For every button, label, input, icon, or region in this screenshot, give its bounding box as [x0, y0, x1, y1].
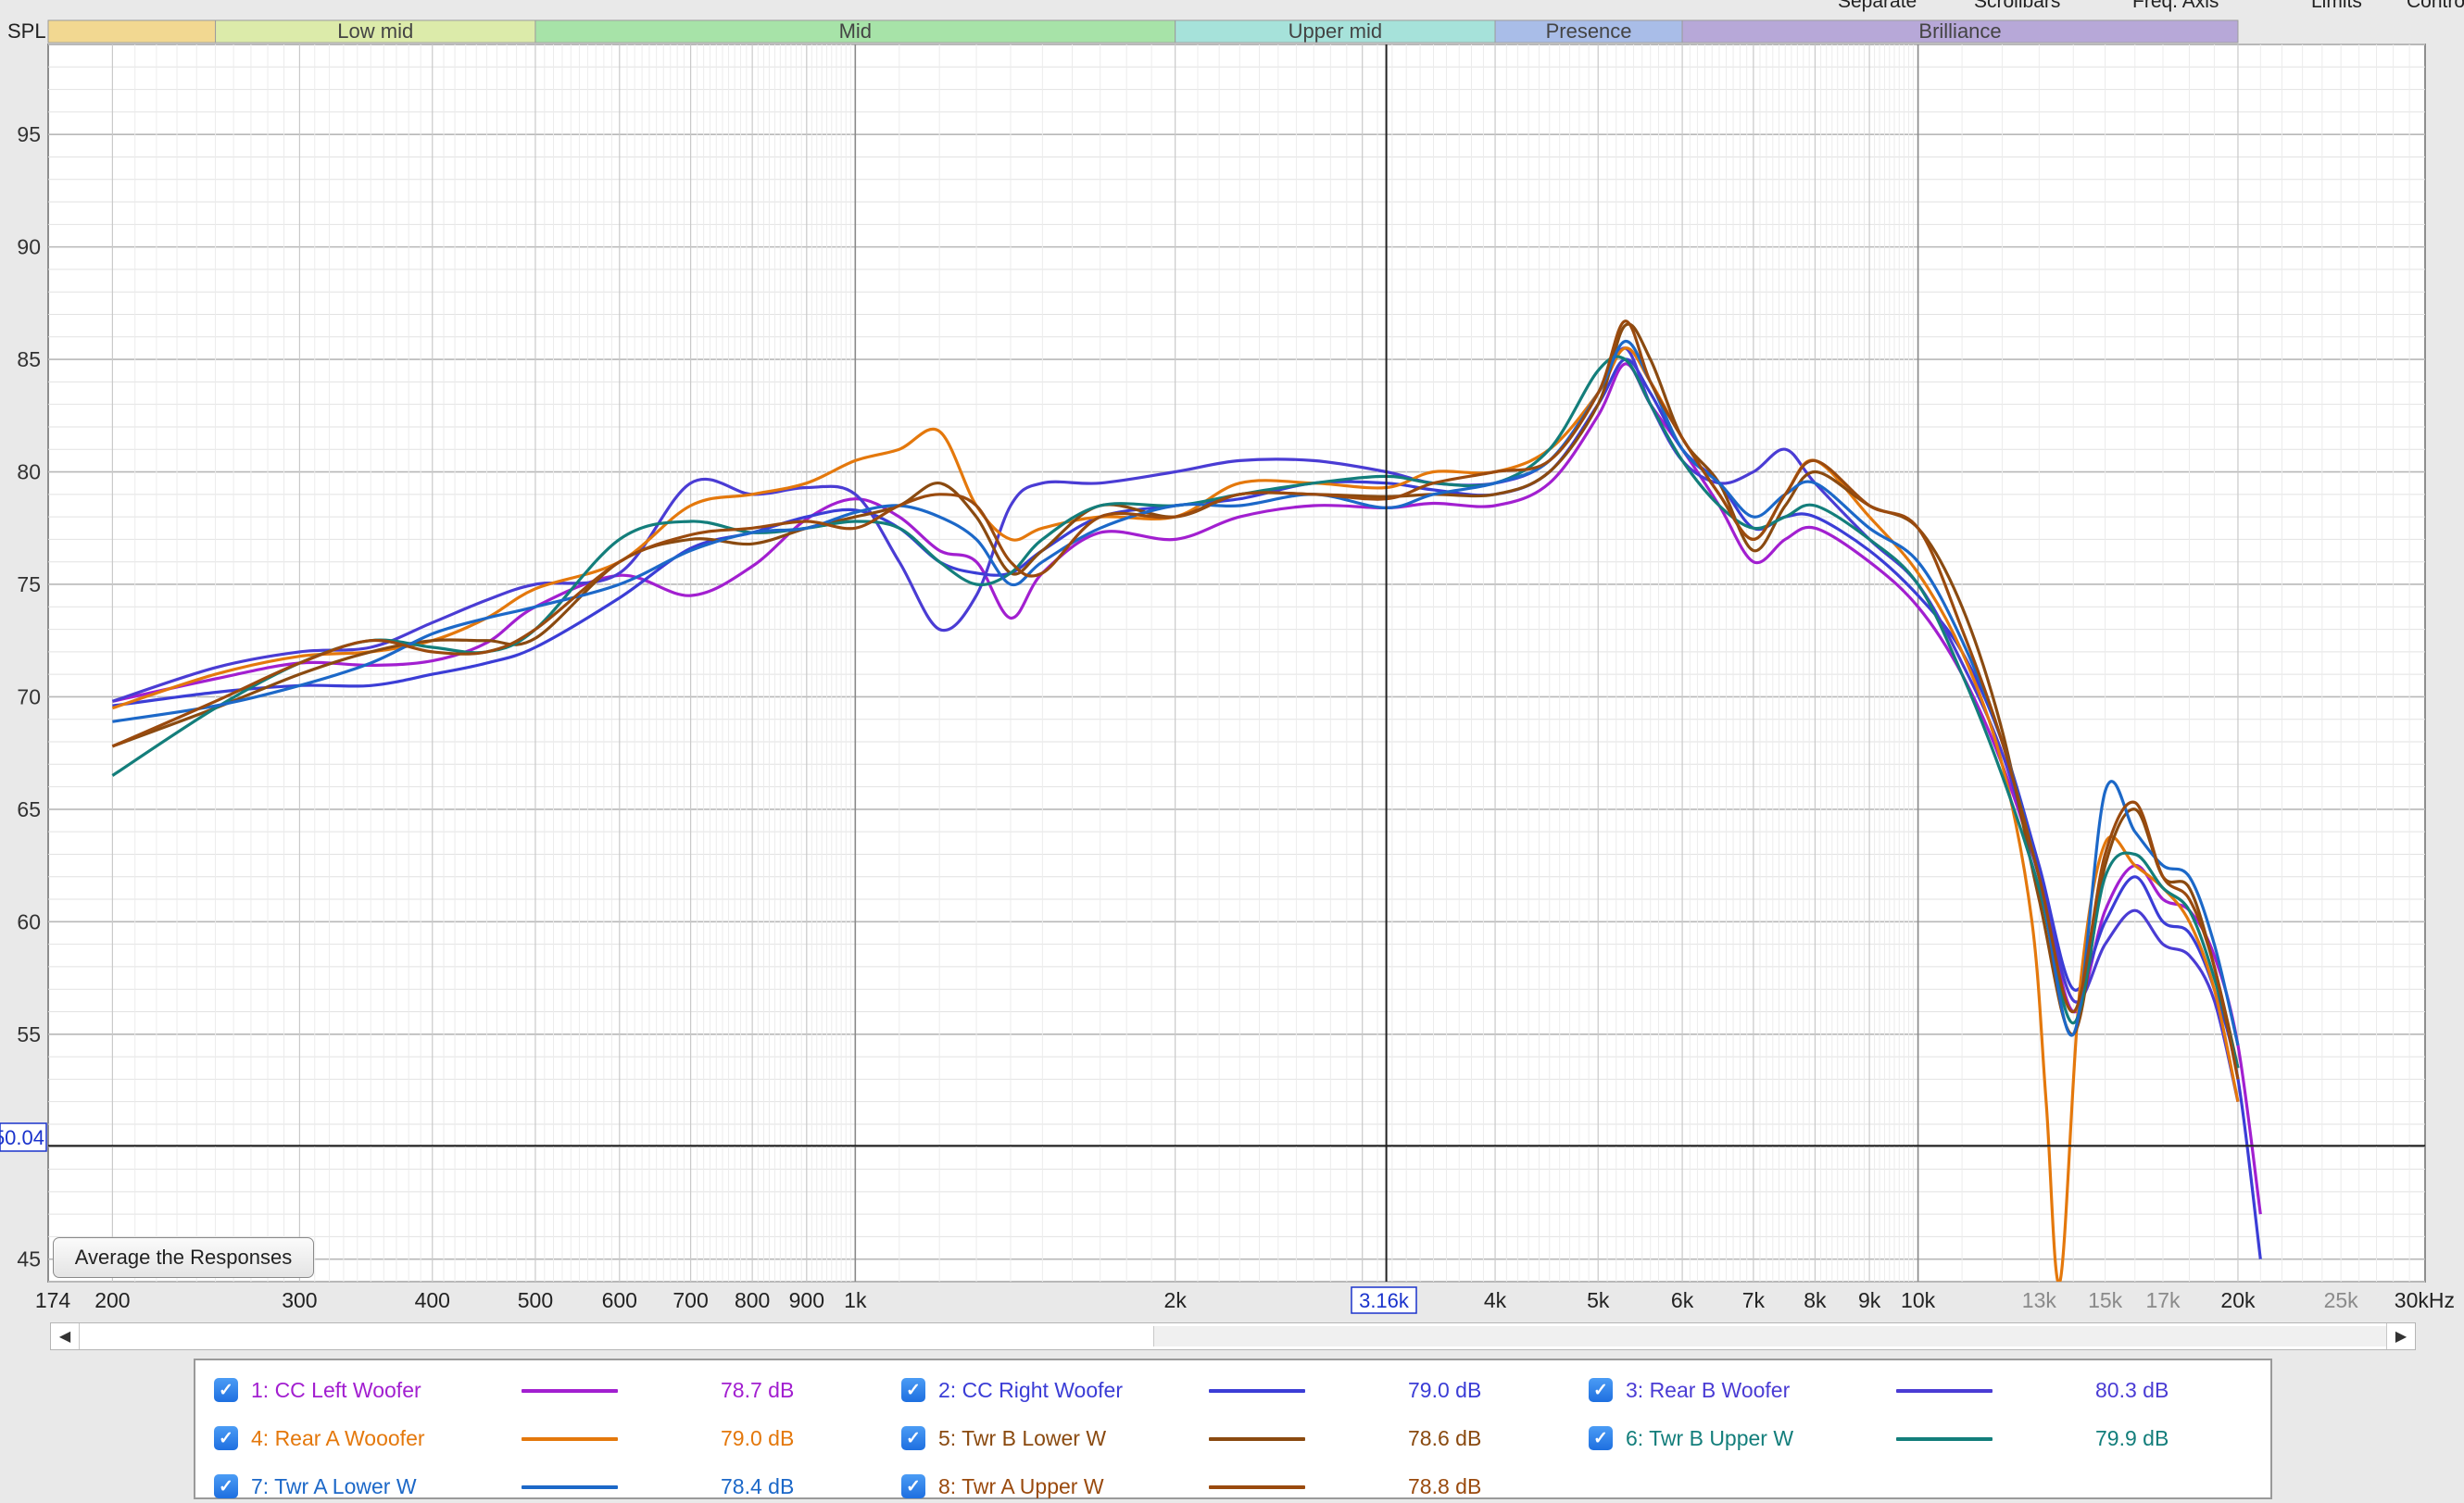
y-tick-label: 80 — [17, 460, 41, 484]
x-tick-label: 25k — [2324, 1288, 2359, 1312]
x-tick-label: 4k — [1484, 1288, 1507, 1312]
checkbox-checked-icon[interactable]: ✓ — [214, 1378, 238, 1402]
legend-item[interactable]: ✓ 2: CC Right Woofer 79.0 dB — [883, 1370, 1570, 1407]
y-tick-label: 45 — [17, 1247, 41, 1271]
x-tick-label: 13k — [2022, 1288, 2057, 1312]
legend-item[interactable]: ✓ 1: CC Left Woofer 78.7 dB — [195, 1370, 883, 1407]
x-tick-label: 800 — [735, 1288, 770, 1312]
x-tick-label: 9k — [1858, 1288, 1881, 1312]
legend-item[interactable]: ✓ 6: Twr B Upper W 79.9 dB — [1570, 1418, 2257, 1455]
horizontal-scrollbar[interactable]: ◀ ▶ — [50, 1322, 2416, 1350]
x-tick-label: 300 — [282, 1288, 317, 1312]
x-tick-label: 8k — [1804, 1288, 1827, 1312]
band-0 — [47, 19, 217, 44]
legend-item[interactable]: ✓ 7: Twr A Lower W 78.4 dB — [195, 1466, 883, 1503]
checkbox-checked-icon[interactable]: ✓ — [901, 1426, 925, 1450]
legend-series-name: 6: Twr B Upper W — [1626, 1426, 1794, 1450]
legend-series-name: 1: CC Left Woofer — [251, 1378, 421, 1402]
y-axis-ticks: 45 55 60 65 70 75 80 85 90 95 — [17, 122, 41, 1271]
legend-series-value: 78.8 dB — [1408, 1474, 1482, 1498]
y-axis-label: SPL — [7, 19, 46, 43]
checkbox-checked-icon[interactable]: ✓ — [214, 1474, 238, 1498]
legend-series-value: 79.0 dB — [1408, 1378, 1482, 1402]
legend-line-swatch[interactable] — [1209, 1389, 1305, 1393]
legend-series-value: 78.4 dB — [721, 1474, 795, 1498]
legend-series-value: 79.9 dB — [2095, 1426, 2169, 1450]
y-tick-label: 90 — [17, 235, 41, 259]
legend-series-value: 79.0 dB — [721, 1426, 795, 1450]
y-tick-label: 60 — [17, 909, 41, 933]
x-axis-ticks: 174 200 300 400 500 600 700 800 900 1k 2k 4k 5k 6k 7k 8… — [35, 1288, 2455, 1312]
x-tick-label: 6k — [1671, 1288, 1694, 1312]
legend-line-swatch[interactable] — [1209, 1485, 1305, 1489]
y-tick-label: 65 — [17, 797, 41, 821]
y-tick-label: 95 — [17, 122, 41, 146]
legend-item[interactable]: ✓ 3: Rear B Woofer 80.3 dB — [1570, 1370, 2257, 1407]
band-label: Brilliance — [1918, 19, 2001, 43]
x-tick-label: 20k — [2220, 1288, 2256, 1312]
checkbox-checked-icon[interactable]: ✓ — [901, 1474, 925, 1498]
legend-series-value: 80.3 dB — [2095, 1378, 2169, 1402]
x-tick-label: 10k — [1901, 1288, 1936, 1312]
x-tick-label: 200 — [94, 1288, 130, 1312]
legend-series-name: 8: Twr A Upper W — [938, 1474, 1104, 1498]
x-tick-label: 2k — [1164, 1288, 1188, 1312]
x-tick-label: 5k — [1587, 1288, 1610, 1312]
cursor-x-readout: 3.16k — [1359, 1289, 1410, 1312]
frequency-response-chart: Low mid Mid Upper mid Presence Brilliance SP… — [0, 19, 2455, 1314]
checkbox-checked-icon[interactable]: ✓ — [214, 1426, 238, 1450]
legend-line-swatch[interactable] — [522, 1485, 618, 1489]
checkbox-checked-icon[interactable]: ✓ — [1589, 1426, 1613, 1450]
legend-line-swatch[interactable] — [1209, 1437, 1305, 1441]
legend-line-swatch[interactable] — [522, 1389, 618, 1393]
x-tick-label: 900 — [789, 1288, 824, 1312]
scroll-left-arrow-icon[interactable]: ◀ — [51, 1323, 80, 1349]
band-label: Presence — [1546, 19, 1632, 43]
x-tick-label: 400 — [415, 1288, 450, 1312]
y-tick-label: 55 — [17, 1022, 41, 1046]
x-tick-label: 17k — [2145, 1288, 2181, 1312]
legend-line-swatch[interactable] — [522, 1437, 618, 1441]
x-tick-label: 700 — [673, 1288, 708, 1312]
y-tick-label: 70 — [17, 684, 41, 708]
scroll-right-arrow-icon[interactable]: ▶ — [2386, 1323, 2415, 1349]
frequency-bands: Low mid Mid Upper mid Presence Brilliance — [47, 19, 2239, 44]
legend-item[interactable]: ✓ 8: Twr A Upper W 78.8 dB — [883, 1466, 1570, 1503]
cursor-y-readout: 50.04 — [0, 1126, 44, 1149]
legend-line-swatch[interactable] — [1896, 1389, 1993, 1393]
scrollbar-thumb[interactable] — [1153, 1326, 2386, 1346]
x-tick-label: 500 — [518, 1288, 553, 1312]
band-label: Mid — [839, 19, 872, 43]
band-label: Low mid — [337, 19, 413, 43]
legend-item[interactable]: ✓ 5: Twr B Lower W 78.6 dB — [883, 1418, 1570, 1455]
legend-item[interactable]: ✓ 4: Rear A Wooofer 79.0 dB — [195, 1418, 883, 1455]
x-tick-label: 174 — [35, 1288, 71, 1312]
x-tick-label: 7k — [1742, 1288, 1766, 1312]
x-tick-label: 15k — [2088, 1288, 2123, 1312]
y-tick-label: 85 — [17, 347, 41, 371]
checkbox-checked-icon[interactable]: ✓ — [901, 1378, 925, 1402]
legend-series-value: 78.7 dB — [721, 1378, 795, 1402]
legend-series-name: 7: Twr A Lower W — [251, 1474, 417, 1498]
y-tick-label: 75 — [17, 572, 41, 596]
legend-line-swatch[interactable] — [1896, 1437, 1993, 1441]
legend-series-value: 78.6 dB — [1408, 1426, 1482, 1450]
average-responses-button[interactable]: Average the Responses — [53, 1237, 314, 1278]
band-label: Upper mid — [1289, 19, 1382, 43]
x-tick-label: 30kHz — [2395, 1288, 2455, 1312]
legend-series-name: 3: Rear B Woofer — [1626, 1378, 1791, 1402]
legend-series-name: 5: Twr B Lower W — [938, 1426, 1107, 1450]
checkbox-checked-icon[interactable]: ✓ — [1589, 1378, 1613, 1402]
x-tick-label: 600 — [602, 1288, 637, 1312]
x-tick-label: 1k — [844, 1288, 867, 1312]
legend-series-name: 4: Rear A Wooofer — [251, 1426, 425, 1450]
measurement-legend: ✓ 1: CC Left Woofer 78.7 dB ✓ 2: CC Right Wo… — [194, 1359, 2272, 1499]
legend-series-name: 2: CC Right Woofer — [938, 1378, 1123, 1402]
